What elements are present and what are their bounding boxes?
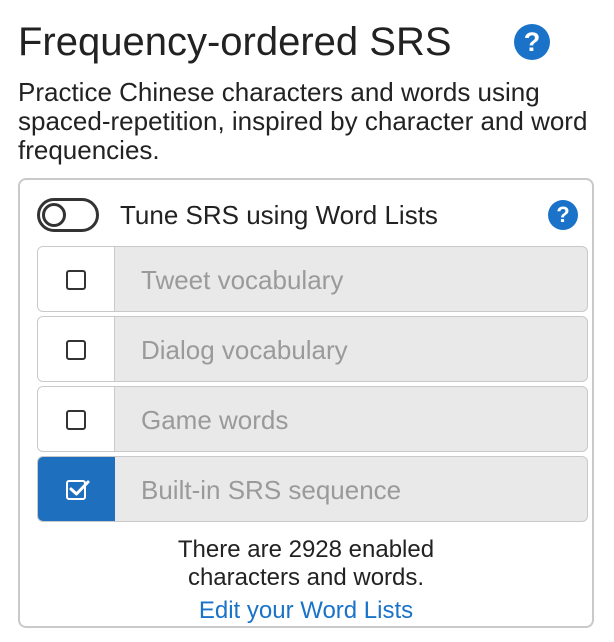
- word-list-label: Tweet vocabulary: [141, 265, 344, 295]
- checkbox-checked[interactable]: [66, 480, 90, 500]
- page-title: Frequency-ordered SRS: [18, 20, 452, 64]
- checkbox-area[interactable]: [38, 247, 115, 311]
- tune-srs-toggle[interactable]: [37, 198, 99, 232]
- help-icon[interactable]: ?: [548, 200, 578, 230]
- checkbox[interactable]: [66, 340, 86, 360]
- word-list-item-game-words[interactable]: Game words: [37, 386, 588, 452]
- checkbox[interactable]: [66, 270, 86, 290]
- srs-settings-panel: Tune SRS using Word Lists ? Tweet vocabu…: [18, 178, 594, 628]
- summary-line: characters and words.: [187, 564, 425, 591]
- tune-srs-row: Tune SRS using Word Lists ?: [37, 196, 582, 236]
- word-list-label: Dialog vocabulary: [141, 335, 348, 365]
- edit-word-lists-link[interactable]: Edit your Word Lists: [20, 596, 592, 626]
- word-list-label: Game words: [141, 405, 289, 435]
- enabled-count-summary: There are 2928 enabled characters and wo…: [20, 536, 592, 592]
- word-list-item-tweet-vocabulary[interactable]: Tweet vocabulary: [37, 246, 588, 312]
- header: Frequency-ordered SRS ?: [18, 14, 598, 70]
- word-list-item-built-in-srs-sequence[interactable]: Built-in SRS sequence: [37, 456, 588, 522]
- checkbox-area[interactable]: [38, 457, 115, 521]
- help-icon[interactable]: ?: [514, 24, 550, 60]
- checkmark-icon: [69, 480, 90, 496]
- tune-srs-label: Tune SRS using Word Lists: [120, 200, 438, 230]
- checkbox-area[interactable]: [38, 317, 115, 381]
- toggle-knob: [42, 203, 66, 227]
- summary-line: There are 2928 enabled: [177, 536, 435, 563]
- word-list-label: Built-in SRS sequence: [141, 475, 402, 505]
- word-list-item-dialog-vocabulary[interactable]: Dialog vocabulary: [37, 316, 588, 382]
- page-description: Practice Chinese characters and words us…: [18, 77, 588, 165]
- checkbox-area[interactable]: [38, 387, 115, 451]
- checkbox[interactable]: [66, 410, 86, 430]
